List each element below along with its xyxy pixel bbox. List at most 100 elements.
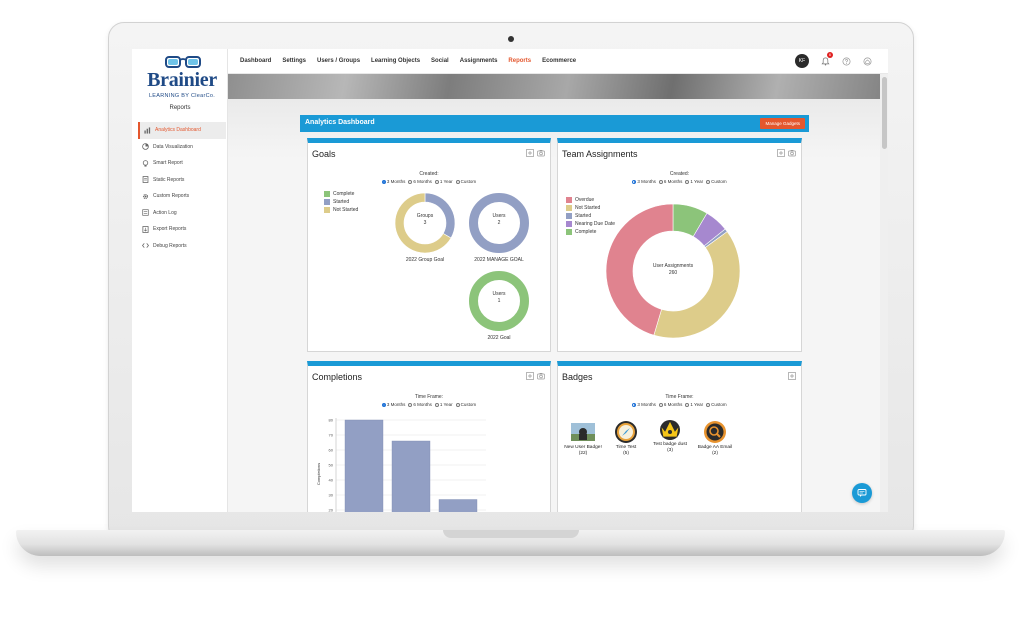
help-icon[interactable]	[840, 55, 852, 67]
avatar[interactable]: KF	[795, 54, 809, 68]
badges-panel: Badges Time Frame: 3 Months 6 Months 1 Y…	[557, 361, 802, 512]
sidebar-item-custom-reports[interactable]: Custom Reports	[138, 188, 226, 205]
radio-1-year[interactable]: 1 Year	[434, 179, 453, 184]
completions-bar[interactable]	[438, 499, 478, 513]
radio-3-months[interactable]: 3 Months	[632, 179, 656, 184]
add-icon[interactable]	[777, 149, 785, 157]
lightbulb-icon	[142, 159, 149, 167]
scrollbar-thumb[interactable]	[881, 77, 887, 149]
nav-users-groups[interactable]: Users / Groups	[317, 58, 360, 64]
radio-3-months[interactable]: 3 Months	[381, 179, 406, 184]
nav-settings[interactable]: Settings	[282, 58, 306, 64]
sidebar-item-data-visualization[interactable]: Data Visualization	[138, 139, 226, 156]
radio-6-months[interactable]: 6 Months	[658, 179, 683, 184]
radio-1-year[interactable]: 1 Year	[434, 402, 453, 407]
scrollbar[interactable]	[880, 74, 888, 512]
home-icon[interactable]	[861, 55, 873, 67]
radio-label: Custom	[460, 402, 477, 407]
compass-badge-icon	[615, 421, 637, 443]
sidebar-item-label: Smart Report	[153, 160, 183, 167]
sidebar-item-debug-reports[interactable]: Debug Reports	[138, 238, 226, 255]
badge-item[interactable]: New User Badge! (22)	[563, 420, 603, 456]
goals-tools	[523, 149, 545, 157]
screen: Brainier LEARNING BY ClearCo. Reports An…	[132, 49, 888, 512]
radio-3-months[interactable]: 3 Months	[381, 402, 405, 407]
radio-custom[interactable]: Custom	[455, 402, 477, 407]
camera-icon[interactable]	[537, 149, 545, 157]
radio-dot	[408, 402, 413, 407]
goals-filter: 3 Months 6 Months 1 Year Custom	[308, 179, 550, 184]
completions-bar[interactable]	[391, 440, 431, 512]
sidebar-item-label: Export Reports	[153, 226, 187, 233]
legend-swatch	[324, 207, 330, 213]
legend-swatch	[566, 213, 572, 219]
completions-bar-chart: Completions8070605040302010	[316, 418, 486, 513]
badge-item[interactable]: Badge AA Email (2)	[695, 420, 735, 456]
legend-item[interactable]: Started	[324, 198, 358, 206]
sidebar-item-label: Data Visualization	[153, 143, 193, 150]
y-tick-label: 50	[329, 463, 334, 468]
sidebar-item-analytics-dashboard[interactable]: Analytics Dashboard	[138, 122, 226, 139]
brand-logo[interactable]: Brainier LEARNING BY ClearCo.	[136, 55, 226, 105]
legend-swatch	[566, 229, 572, 235]
sidebar-item-export-reports[interactable]: Export Reports	[138, 221, 226, 238]
camera-icon[interactable]	[537, 372, 545, 380]
goals-filter-label: Created:	[419, 171, 439, 177]
sidebar-list: Analytics Dashboard Data Visualization S…	[138, 122, 226, 254]
add-icon[interactable]	[788, 372, 796, 380]
sidebar-item-static-reports[interactable]: Static Reports	[138, 172, 226, 189]
nav-learning-objects[interactable]: Learning Objects	[371, 58, 420, 64]
nav-reports[interactable]: Reports	[508, 58, 531, 64]
add-icon[interactable]	[526, 149, 534, 157]
header-banner	[228, 74, 880, 99]
badges-tools	[785, 372, 796, 380]
radio-label: 3 Months	[637, 179, 656, 184]
completions-bar[interactable]	[344, 419, 384, 512]
radio-6-months[interactable]: 6 Months	[408, 179, 432, 184]
donut-center-label: Users 1	[492, 291, 506, 304]
nav-dashboard[interactable]: Dashboard	[240, 58, 271, 64]
radio-3-months[interactable]: 3 Months	[632, 402, 656, 407]
legend-swatch	[566, 205, 572, 211]
radio-label: 3 Months	[386, 179, 406, 184]
radio-label: 1 Year	[690, 179, 704, 184]
manage-gadgets-button[interactable]: Manage Gadgets	[760, 118, 805, 129]
radio-label: 6 Months	[663, 179, 683, 184]
camera-icon	[508, 36, 514, 42]
radio-6-months[interactable]: 6 Months	[408, 402, 432, 407]
legend-item[interactable]: Complete	[324, 190, 358, 198]
team-filter: 3 Months 6 Months 1 Year Custom	[558, 179, 801, 184]
radio-dot	[455, 179, 460, 184]
radio-1-year[interactable]: 1 Year	[685, 402, 703, 407]
donut-segment[interactable]	[653, 231, 741, 339]
chat-button[interactable]	[852, 483, 872, 503]
notification-bell-icon[interactable]: 6	[819, 52, 833, 67]
camera-icon[interactable]	[788, 149, 796, 157]
add-icon[interactable]	[526, 372, 534, 380]
legend-item[interactable]: Not Started	[324, 206, 358, 214]
radio-dot	[434, 179, 439, 184]
badge-item[interactable]: Test badge dust (3)	[650, 417, 690, 453]
radio-dot	[381, 179, 386, 184]
radio-6-months[interactable]: 6 Months	[658, 402, 682, 407]
radio-custom[interactable]: Custom	[706, 402, 727, 407]
radio-custom[interactable]: Custom	[706, 179, 727, 184]
donut-center-label: User Assignments 260	[652, 263, 694, 276]
badge-name: New User Badge!	[564, 445, 602, 450]
badge-item[interactable]: Time Test (5)	[606, 420, 646, 456]
legend-label: Not Started	[333, 207, 359, 213]
radio-dot	[381, 402, 386, 407]
sidebar-item-smart-report[interactable]: Smart Report	[138, 155, 226, 172]
sidebar-item-action-log[interactable]: Action Log	[138, 205, 226, 222]
donut-center-label: Groups 3	[416, 213, 434, 226]
badges-filter-label: Time Frame:	[665, 394, 694, 400]
new-user-badge-icon	[571, 423, 595, 441]
nav-social[interactable]: Social	[431, 58, 449, 64]
nav-assignments[interactable]: Assignments	[460, 58, 498, 64]
radio-custom[interactable]: Custom	[455, 179, 476, 184]
nav-ecommerce[interactable]: Ecommerce	[542, 58, 576, 64]
legend-label: Overdue	[575, 197, 595, 203]
radio-1-year[interactable]: 1 Year	[685, 179, 703, 184]
badge-name: Test badge dust	[653, 442, 687, 447]
goals-panel: Goals Created: 3 Months 6 Months 1 Year …	[307, 138, 551, 352]
